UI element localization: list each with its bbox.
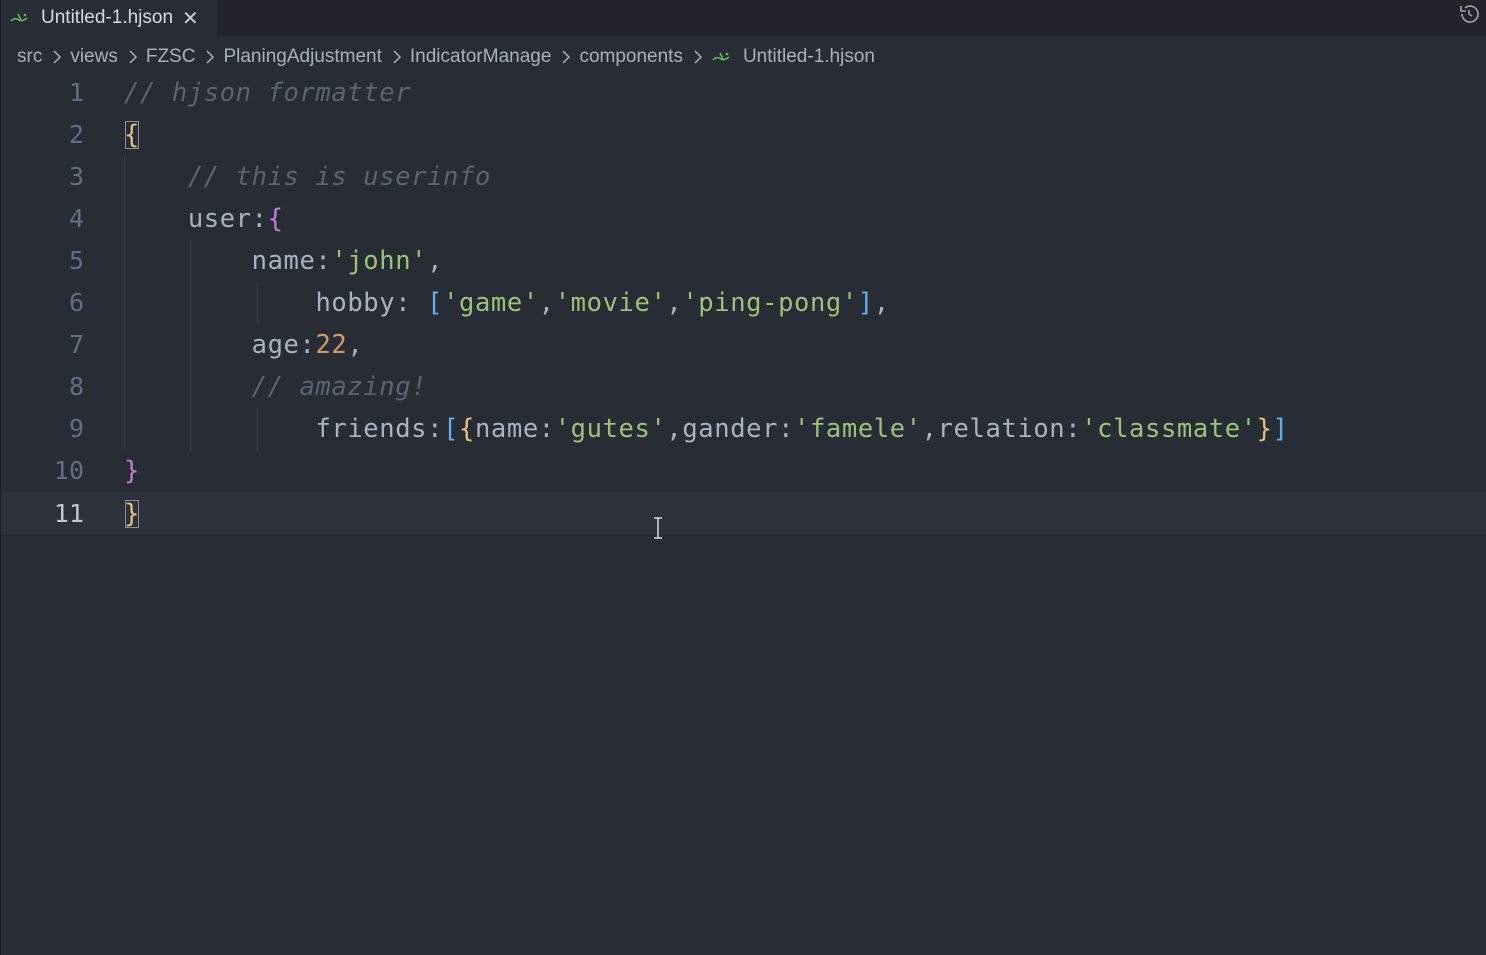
line-number: 9 [68, 414, 84, 443]
line-number: 8 [68, 372, 84, 401]
code-line-11-current[interactable]: 11 } [1, 492, 1486, 534]
string-token: 'game' [443, 288, 539, 318]
timeline-history-icon[interactable] [1457, 2, 1481, 26]
bracket-token: ] [1272, 414, 1289, 444]
text-cursor-icon [654, 517, 662, 539]
breadcrumb-item-fzsc[interactable]: FZSC [146, 46, 196, 68]
key-token: hobby: [315, 288, 428, 318]
code-line-4[interactable]: 4 user:{ [1, 198, 1486, 240]
punct-token: , [427, 246, 444, 276]
breadcrumb-item-components[interactable]: components [579, 46, 683, 68]
code-line-8[interactable]: 8 // amazing! [1, 366, 1486, 408]
line-number: 11 [53, 499, 84, 528]
chevron-right-icon [129, 50, 137, 64]
string-token: 'movie' [554, 288, 667, 318]
string-token: 'john' [331, 246, 428, 276]
line-number: 1 [68, 78, 84, 107]
breadcrumb-item-file[interactable]: Untitled-1.hjson [743, 46, 875, 68]
bracket-token: { [124, 120, 140, 150]
tab-untitled-1-hjson[interactable]: Untitled-1.hjson ✕ [1, 0, 219, 36]
bracket-token: [ [443, 414, 460, 444]
comment-token: // this is userinfo [187, 162, 491, 192]
line-number: 2 [68, 120, 84, 149]
punct-token: , [873, 288, 890, 318]
bracket-token: [ [427, 288, 444, 318]
comment-token: // hjson formatter [124, 78, 412, 108]
punct-token: , [538, 288, 555, 318]
breadcrumb-item-views[interactable]: views [70, 46, 118, 68]
code-editor[interactable]: 1 // hjson formatter 2 { 3 // this is us… [1, 72, 1486, 955]
line-number: 5 [68, 246, 84, 275]
code-line-1[interactable]: 1 // hjson formatter [1, 72, 1486, 114]
chevron-right-icon [393, 50, 401, 64]
key-token: relation: [937, 414, 1082, 444]
string-token: 'famele' [794, 414, 922, 444]
bracket-token: ] [857, 288, 874, 318]
chevron-right-icon [694, 50, 703, 64]
chevron-right-icon [206, 50, 215, 64]
breadcrumb: src views FZSC PlaningAdjustment Indicat… [17, 44, 875, 70]
number-token: 22 [315, 330, 348, 360]
code-line-2[interactable]: 2 { [1, 114, 1486, 156]
chevron-right-icon [53, 50, 62, 64]
breadcrumb-item-planingadjustment[interactable]: PlaningAdjustment [223, 46, 381, 68]
line-number: 6 [68, 288, 84, 317]
tab-bar: Untitled-1.hjson ✕ [1, 0, 1486, 36]
hjson-file-icon [712, 52, 730, 61]
breadcrumb-item-src[interactable]: src [17, 46, 42, 68]
key-token: gander: [682, 414, 795, 444]
string-token: 'classmate' [1081, 414, 1257, 444]
close-icon[interactable]: ✕ [182, 8, 199, 28]
line-number: 4 [68, 204, 84, 233]
punct-token: , [666, 414, 683, 444]
code-line-7[interactable]: 7 age:22, [1, 324, 1486, 366]
key-token: age: [251, 330, 316, 360]
line-number: 10 [53, 456, 84, 485]
editor-window: Untitled-1.hjson ✕ src views FZSC Planin… [0, 0, 1486, 955]
string-token: 'gutes' [554, 414, 667, 444]
key-token: friends: [315, 414, 444, 444]
key-token: user: [187, 204, 268, 234]
punct-token: , [921, 414, 938, 444]
string-token: 'ping-pong' [682, 288, 858, 318]
line-number: 7 [68, 330, 84, 359]
bracket-token: } [124, 499, 140, 529]
key-token: name: [251, 246, 332, 276]
line-number: 3 [68, 162, 84, 191]
tab-label: Untitled-1.hjson [41, 7, 174, 28]
punct-token: , [666, 288, 683, 318]
code-line-10[interactable]: 10 } [1, 450, 1486, 492]
breadcrumb-item-indicatormanage[interactable]: IndicatorManage [410, 46, 552, 68]
code-line-6[interactable]: 6 hobby: ['game','movie','ping-pong'], [1, 282, 1486, 324]
key-token: name: [474, 414, 555, 444]
code-line-9[interactable]: 9 friends:[{name:'gutes',gander:'famele'… [1, 408, 1486, 450]
bracket-token: } [1256, 414, 1273, 444]
chevron-right-icon [562, 50, 571, 64]
bracket-token: { [459, 414, 475, 444]
code-line-3[interactable]: 3 // this is userinfo [1, 156, 1486, 198]
bracket-token: { [267, 204, 284, 234]
punct-token: , [347, 330, 364, 360]
code-line-5[interactable]: 5 name:'john', [1, 240, 1486, 282]
hjson-file-icon [10, 13, 28, 22]
comment-token: // amazing! [251, 372, 428, 402]
bracket-token: } [124, 456, 140, 486]
